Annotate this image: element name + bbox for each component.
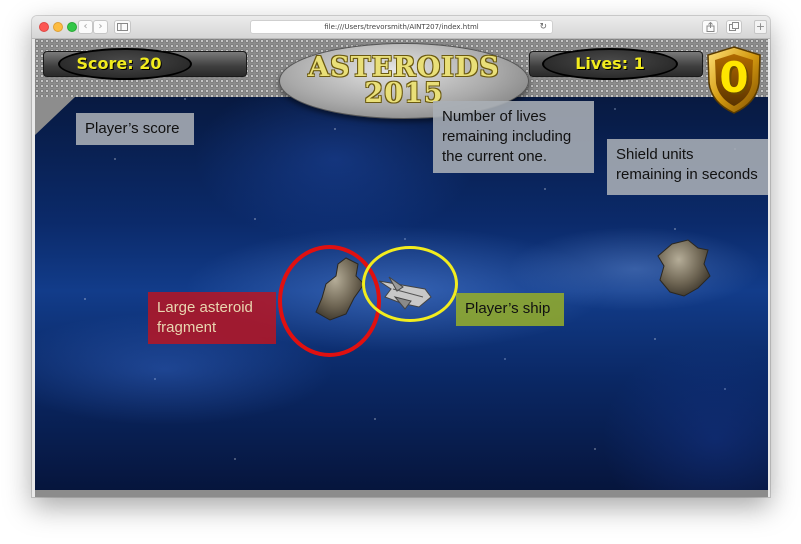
shield-counter: 0 bbox=[719, 53, 749, 102]
shield-annotation: Shield units remaining in seconds bbox=[607, 139, 768, 195]
new-tab-button[interactable]: + bbox=[754, 20, 767, 34]
url-text: file:///Users/trevorsmith/AINT207/index.… bbox=[324, 23, 479, 31]
tabs-icon bbox=[729, 22, 739, 31]
asteroid bbox=[657, 239, 711, 297]
close-window-button[interactable] bbox=[39, 22, 49, 32]
score-panel: Score: 20 bbox=[43, 48, 247, 80]
hud-corner-plate bbox=[35, 97, 75, 135]
score-display: Score: 20 bbox=[76, 54, 162, 73]
plus-icon: + bbox=[755, 20, 766, 33]
lives-display: Lives: 1 bbox=[575, 54, 645, 73]
asteroid-highlight-circle bbox=[278, 245, 381, 357]
tabs-button[interactable] bbox=[726, 20, 742, 34]
zoom-window-button[interactable] bbox=[67, 22, 77, 32]
ship-highlight-circle bbox=[362, 246, 458, 322]
asteroid-annotation: Large asteroid fragment bbox=[148, 292, 276, 344]
share-icon bbox=[706, 21, 714, 32]
lives-annotation: Number of lives remaining including the … bbox=[433, 101, 594, 173]
score-annotation: Player’s score bbox=[76, 113, 194, 145]
back-button[interactable]: ‹ bbox=[78, 20, 93, 34]
forward-button[interactable]: › bbox=[93, 20, 108, 34]
browser-window: ‹ › file:///Users/trevorsmith/AINT207/in… bbox=[32, 16, 770, 497]
game-canvas[interactable]: Score: 20 ASTEROIDS 2015 Lives: 1 0 Play… bbox=[35, 39, 768, 497]
reload-icon[interactable]: ↻ bbox=[539, 21, 547, 33]
title-bar: ‹ › file:///Users/trevorsmith/AINT207/in… bbox=[32, 16, 770, 39]
sidebar-button[interactable] bbox=[114, 20, 131, 34]
ship-annotation: Player’s ship bbox=[456, 293, 564, 326]
window-bottom-edge bbox=[35, 490, 768, 497]
share-button[interactable] bbox=[702, 20, 718, 34]
lives-panel: Lives: 1 bbox=[529, 48, 703, 80]
address-bar[interactable]: file:///Users/trevorsmith/AINT207/index.… bbox=[250, 20, 553, 34]
back-icon: ‹ bbox=[83, 21, 88, 32]
sidebar-icon bbox=[117, 23, 128, 31]
minimize-window-button[interactable] bbox=[53, 22, 63, 32]
forward-icon: › bbox=[98, 21, 103, 32]
